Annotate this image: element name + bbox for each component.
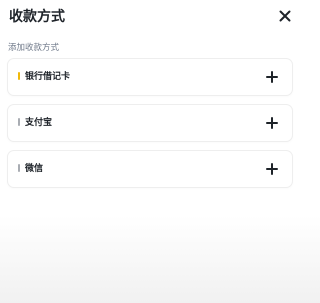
close-icon bbox=[279, 10, 291, 22]
section-label: 添加收款方式 bbox=[8, 42, 60, 52]
method-label: 银行借记卡 bbox=[25, 71, 71, 81]
payment-method-bank-card[interactable]: 银行借记卡 bbox=[8, 59, 292, 95]
add-alipay-button[interactable] bbox=[263, 114, 281, 132]
plus-icon bbox=[266, 163, 278, 175]
payment-method-list: 银行借记卡 支付宝 微信 bbox=[8, 59, 292, 197]
add-wechat-button[interactable] bbox=[263, 160, 281, 178]
plus-icon bbox=[266, 71, 278, 83]
method-marker bbox=[18, 72, 20, 80]
method-marker bbox=[18, 118, 20, 126]
method-label: 微信 bbox=[25, 163, 44, 173]
page-title: 收款方式 bbox=[9, 8, 65, 24]
method-label: 支付宝 bbox=[25, 117, 53, 127]
add-bank-card-button[interactable] bbox=[263, 68, 281, 86]
payment-method-wechat[interactable]: 微信 bbox=[8, 151, 292, 187]
payment-method-alipay[interactable]: 支付宝 bbox=[8, 105, 292, 141]
close-button[interactable] bbox=[275, 6, 295, 26]
header: 收款方式 bbox=[0, 0, 311, 34]
plus-icon bbox=[266, 117, 278, 129]
method-marker bbox=[18, 164, 20, 172]
